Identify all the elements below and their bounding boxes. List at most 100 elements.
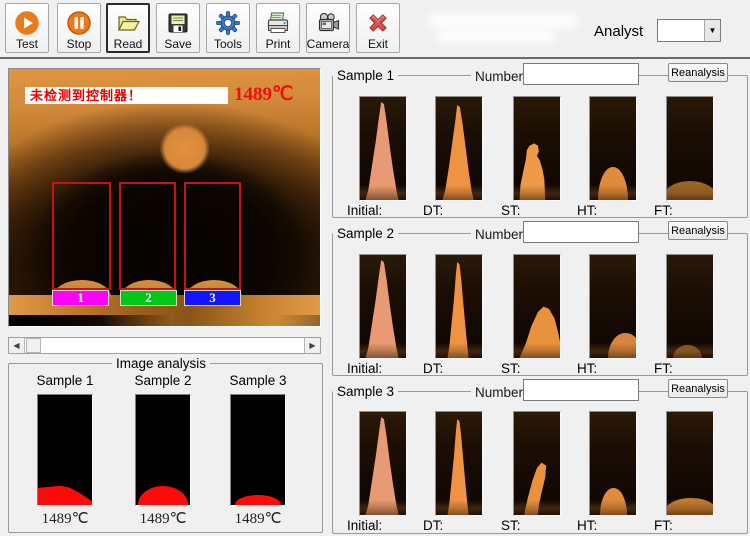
analysis-cell-sample-2: Sample 2 1489℃	[118, 373, 208, 528]
stage-label: FT:	[654, 361, 728, 376]
sample-region-box-1[interactable]	[52, 182, 111, 290]
stage-label: DT:	[423, 518, 497, 533]
test-button[interactable]: Test	[5, 3, 49, 53]
tools-button[interactable]: Tools	[206, 3, 250, 53]
cone-silhouette	[360, 258, 406, 358]
stage-label: DT:	[423, 203, 497, 218]
stop-button-label: Stop	[67, 37, 92, 51]
cone-silhouette	[666, 498, 714, 516]
stage-thumbnail-ht[interactable]	[589, 411, 637, 516]
stage-thumbnail-ft[interactable]	[666, 411, 714, 516]
sample-1-group: Sample 1 Number Reanalysis Initial: DT: …	[332, 63, 748, 219]
analysis-cell-sample-3: Sample 3 1489℃	[213, 373, 303, 528]
analysis-thumbnail-sample-3[interactable]	[230, 394, 286, 506]
camera-horizontal-scrollbar[interactable]: ◀ ▶	[8, 337, 321, 354]
erased-logo-smudge	[436, 30, 556, 42]
cone-silhouette	[600, 488, 627, 515]
cone-silhouette	[598, 167, 627, 200]
stage-cell-st: ST:	[499, 254, 575, 376]
stage-cell-dt: DT:	[421, 254, 497, 376]
stage-label: DT:	[423, 361, 497, 376]
scroll-left-arrow[interactable]: ◀	[9, 338, 25, 353]
cone-silhouette	[436, 103, 482, 200]
cone-silhouette	[514, 143, 560, 200]
controller-alarm-message: 未检测到控制器！	[25, 87, 228, 104]
sample-1-number-input[interactable]	[523, 63, 639, 85]
cone-silhouette	[360, 100, 406, 200]
cone-silhouette	[436, 417, 482, 515]
stage-thumbnail-st[interactable]	[513, 254, 561, 359]
stage-thumbnail-st[interactable]	[513, 411, 561, 516]
number-label: Number	[471, 227, 527, 242]
analysis-sample-label: Sample 2	[118, 373, 208, 388]
stage-thumbnail-ft[interactable]	[666, 96, 714, 201]
stage-thumbnail-dt[interactable]	[435, 411, 483, 516]
red-silhouette	[235, 495, 281, 505]
analyst-select[interactable]: ▼	[657, 19, 721, 42]
region-number: 2	[145, 290, 152, 305]
save-button-label: Save	[164, 37, 191, 51]
analysis-temperature: 1489℃	[20, 509, 110, 528]
red-silhouette	[38, 484, 92, 505]
exit-button[interactable]: Exit	[356, 3, 400, 53]
sample-1-reanalysis-button[interactable]: Reanalysis	[668, 63, 728, 82]
sample-3-title: Sample 3	[333, 384, 398, 399]
stage-label: ST:	[501, 518, 575, 533]
chevron-down-icon[interactable]: ▼	[704, 20, 720, 41]
stage-thumbnail-initial[interactable]	[359, 411, 407, 516]
stage-label: Initial:	[347, 203, 421, 218]
stage-thumbnail-ft[interactable]	[666, 254, 714, 359]
stage-label: HT:	[577, 361, 651, 376]
read-button[interactable]: Read	[106, 3, 150, 53]
stage-thumbnail-initial[interactable]	[359, 96, 407, 201]
stage-thumbnail-dt[interactable]	[435, 96, 483, 201]
scroll-right-arrow[interactable]: ▶	[304, 338, 320, 353]
camera-icon	[315, 10, 341, 36]
stage-thumbnail-ht[interactable]	[589, 254, 637, 359]
stage-thumbnail-st[interactable]	[513, 96, 561, 201]
analysis-thumbnail-sample-1[interactable]	[37, 394, 93, 506]
sample-2-reanalysis-button[interactable]: Reanalysis	[668, 221, 728, 240]
region-label-2: 2	[120, 290, 177, 306]
print-button-label: Print	[266, 37, 291, 51]
stage-thumbnail-initial[interactable]	[359, 254, 407, 359]
stage-thumbnail-dt[interactable]	[435, 254, 483, 359]
furnace-temperature-readout: 1489℃	[234, 83, 293, 106]
stage-label: ST:	[501, 361, 575, 376]
sample-3-number-input[interactable]	[523, 379, 639, 401]
analysis-cell-sample-1: Sample 1 1489℃	[20, 373, 110, 528]
print-button[interactable]: Print	[256, 3, 300, 53]
stage-thumbnail-ht[interactable]	[589, 96, 637, 201]
cone-silhouette	[514, 304, 560, 358]
cone-silhouette	[436, 260, 482, 358]
stop-button[interactable]: Stop	[57, 3, 101, 53]
number-label: Number	[471, 69, 527, 84]
save-button[interactable]: Save	[156, 3, 200, 53]
scrollbar-thumb[interactable]	[26, 338, 41, 353]
sample-region-box-3[interactable]	[184, 182, 241, 290]
camera-button-label: Camera	[307, 37, 350, 51]
stage-label: HT:	[577, 518, 651, 533]
sample-2-number-input[interactable]	[523, 221, 639, 243]
sample-2-title: Sample 2	[333, 226, 398, 241]
red-silhouette	[138, 486, 188, 505]
camera-button[interactable]: Camera	[306, 3, 350, 53]
number-label: Number	[471, 385, 527, 400]
floppy-icon	[165, 10, 191, 36]
analysis-sample-label: Sample 1	[20, 373, 110, 388]
cone-silhouette	[608, 333, 637, 358]
test-button-label: Test	[16, 37, 38, 51]
cone-silhouette	[673, 345, 702, 358]
stage-cell-st: ST:	[499, 411, 575, 533]
folder-open-icon	[115, 10, 141, 36]
exit-button-label: Exit	[368, 37, 388, 51]
stage-cell-ht: HT:	[575, 411, 651, 533]
sample-region-box-2[interactable]	[119, 182, 176, 290]
stage-label: Initial:	[347, 361, 421, 376]
stage-label: HT:	[577, 203, 651, 218]
stage-cell-ft: FT:	[652, 96, 728, 218]
sample-3-reanalysis-button[interactable]: Reanalysis	[668, 379, 728, 398]
stage-cell-initial: Initial:	[345, 254, 421, 376]
analysis-thumbnail-sample-2[interactable]	[135, 394, 191, 506]
region-label-3: 3	[184, 290, 241, 306]
